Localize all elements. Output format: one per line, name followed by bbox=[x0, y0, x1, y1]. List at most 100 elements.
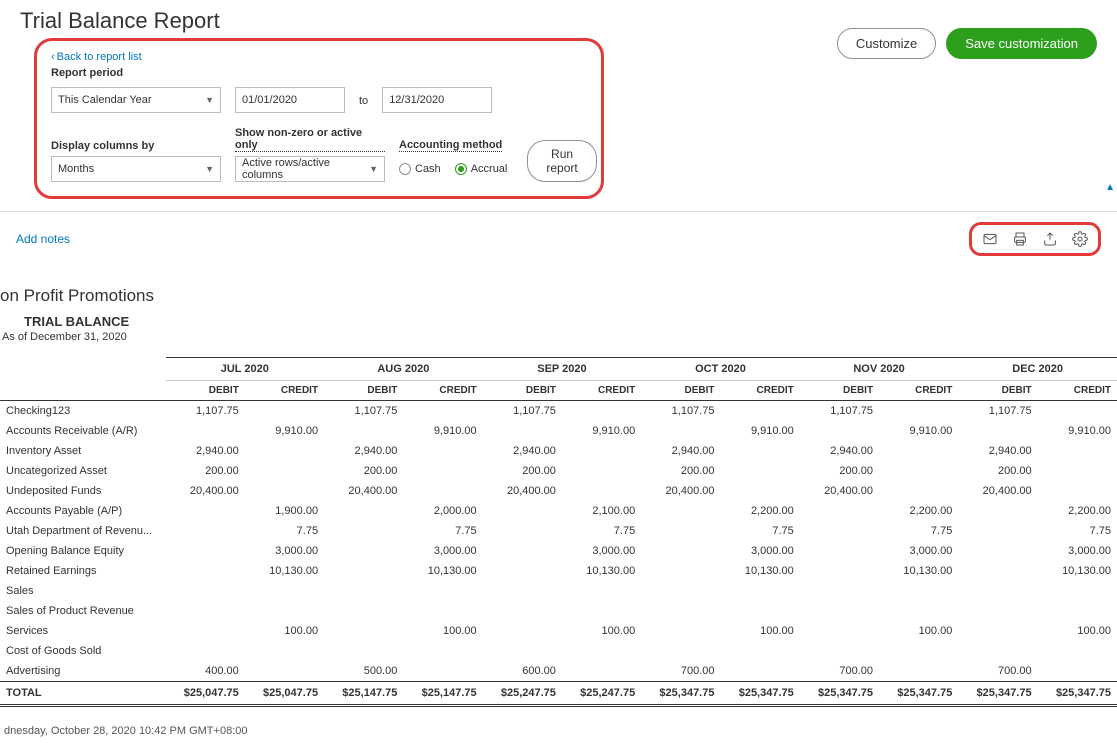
value-cell[interactable] bbox=[166, 581, 245, 601]
value-cell[interactable]: 1,107.75 bbox=[641, 401, 720, 422]
value-cell[interactable] bbox=[245, 401, 324, 422]
account-name-cell[interactable]: Sales of Product Revenue bbox=[0, 601, 166, 621]
value-cell[interactable] bbox=[324, 601, 403, 621]
value-cell[interactable]: 20,400.00 bbox=[958, 481, 1037, 501]
value-cell[interactable]: 3,000.00 bbox=[1038, 541, 1117, 561]
value-cell[interactable] bbox=[1038, 481, 1117, 501]
value-cell[interactable] bbox=[641, 501, 720, 521]
value-cell[interactable]: 3,000.00 bbox=[879, 541, 958, 561]
cash-radio[interactable]: Cash bbox=[399, 163, 441, 175]
value-cell[interactable] bbox=[641, 561, 720, 581]
value-cell[interactable] bbox=[958, 641, 1037, 661]
value-cell[interactable]: 3,000.00 bbox=[562, 541, 641, 561]
value-cell[interactable]: 1,107.75 bbox=[958, 401, 1037, 422]
value-cell[interactable] bbox=[562, 441, 641, 461]
value-cell[interactable]: 400.00 bbox=[166, 661, 245, 682]
value-cell[interactable]: 500.00 bbox=[324, 661, 403, 682]
value-cell[interactable]: 10,130.00 bbox=[562, 561, 641, 581]
value-cell[interactable] bbox=[641, 541, 720, 561]
value-cell[interactable]: 10,130.00 bbox=[245, 561, 324, 581]
value-cell[interactable] bbox=[245, 441, 324, 461]
value-cell[interactable] bbox=[1038, 601, 1117, 621]
value-cell[interactable]: 3,000.00 bbox=[403, 541, 482, 561]
account-name-cell[interactable]: Checking123 bbox=[0, 401, 166, 422]
value-cell[interactable]: 700.00 bbox=[958, 661, 1037, 682]
value-cell[interactable]: 100.00 bbox=[403, 621, 482, 641]
value-cell[interactable]: 3,000.00 bbox=[245, 541, 324, 561]
value-cell[interactable] bbox=[720, 601, 799, 621]
value-cell[interactable] bbox=[403, 401, 482, 422]
value-cell[interactable]: 1,107.75 bbox=[483, 401, 562, 422]
value-cell[interactable]: 3,000.00 bbox=[720, 541, 799, 561]
date-from-input[interactable]: 01/01/2020 bbox=[235, 87, 345, 113]
value-cell[interactable]: 700.00 bbox=[641, 661, 720, 682]
value-cell[interactable] bbox=[1038, 661, 1117, 682]
value-cell[interactable] bbox=[720, 481, 799, 501]
value-cell[interactable]: 7.75 bbox=[245, 521, 324, 541]
value-cell[interactable]: 200.00 bbox=[483, 461, 562, 481]
value-cell[interactable] bbox=[245, 461, 324, 481]
value-cell[interactable]: 20,400.00 bbox=[166, 481, 245, 501]
value-cell[interactable] bbox=[483, 521, 562, 541]
value-cell[interactable] bbox=[800, 501, 879, 521]
value-cell[interactable] bbox=[403, 581, 482, 601]
value-cell[interactable]: 10,130.00 bbox=[720, 561, 799, 581]
value-cell[interactable] bbox=[720, 441, 799, 461]
back-to-report-list-link[interactable]: Back to report list bbox=[51, 51, 142, 63]
value-cell[interactable] bbox=[879, 441, 958, 461]
value-cell[interactable]: 600.00 bbox=[483, 661, 562, 682]
value-cell[interactable] bbox=[324, 581, 403, 601]
value-cell[interactable] bbox=[245, 661, 324, 682]
value-cell[interactable] bbox=[641, 421, 720, 441]
value-cell[interactable] bbox=[641, 621, 720, 641]
value-cell[interactable] bbox=[324, 641, 403, 661]
value-cell[interactable]: 100.00 bbox=[720, 621, 799, 641]
value-cell[interactable] bbox=[879, 581, 958, 601]
value-cell[interactable] bbox=[879, 661, 958, 682]
value-cell[interactable] bbox=[403, 461, 482, 481]
account-name-cell[interactable]: Services bbox=[0, 621, 166, 641]
export-icon[interactable] bbox=[1042, 231, 1058, 247]
account-name-cell[interactable]: Opening Balance Equity bbox=[0, 541, 166, 561]
value-cell[interactable] bbox=[245, 581, 324, 601]
collapse-panel-caret-icon[interactable]: ▲ bbox=[1105, 182, 1115, 193]
value-cell[interactable] bbox=[166, 601, 245, 621]
value-cell[interactable]: 200.00 bbox=[800, 461, 879, 481]
value-cell[interactable] bbox=[720, 661, 799, 682]
account-name-cell[interactable]: Advertising bbox=[0, 661, 166, 682]
account-name-cell[interactable]: Cost of Goods Sold bbox=[0, 641, 166, 661]
value-cell[interactable] bbox=[324, 621, 403, 641]
value-cell[interactable]: 100.00 bbox=[1038, 621, 1117, 641]
add-notes-link[interactable]: Add notes bbox=[16, 232, 70, 246]
value-cell[interactable] bbox=[483, 421, 562, 441]
value-cell[interactable] bbox=[800, 601, 879, 621]
value-cell[interactable]: 2,940.00 bbox=[958, 441, 1037, 461]
value-cell[interactable]: 100.00 bbox=[245, 621, 324, 641]
value-cell[interactable] bbox=[562, 641, 641, 661]
value-cell[interactable]: 2,000.00 bbox=[403, 501, 482, 521]
value-cell[interactable]: 7.75 bbox=[562, 521, 641, 541]
value-cell[interactable]: 9,910.00 bbox=[403, 421, 482, 441]
value-cell[interactable] bbox=[641, 581, 720, 601]
account-name-cell[interactable]: Inventory Asset bbox=[0, 441, 166, 461]
value-cell[interactable] bbox=[720, 401, 799, 422]
account-name-cell[interactable]: Utah Department of Revenu... bbox=[0, 521, 166, 541]
value-cell[interactable] bbox=[324, 421, 403, 441]
value-cell[interactable] bbox=[166, 421, 245, 441]
value-cell[interactable]: 7.75 bbox=[403, 521, 482, 541]
value-cell[interactable] bbox=[166, 641, 245, 661]
value-cell[interactable] bbox=[245, 601, 324, 621]
run-report-button[interactable]: Run report bbox=[527, 140, 596, 182]
value-cell[interactable] bbox=[483, 601, 562, 621]
value-cell[interactable]: 200.00 bbox=[641, 461, 720, 481]
value-cell[interactable] bbox=[562, 661, 641, 682]
value-cell[interactable] bbox=[403, 661, 482, 682]
value-cell[interactable] bbox=[245, 641, 324, 661]
show-nonzero-select[interactable]: Active rows/active columns▼ bbox=[235, 156, 385, 182]
value-cell[interactable]: 2,200.00 bbox=[1038, 501, 1117, 521]
value-cell[interactable]: 20,400.00 bbox=[800, 481, 879, 501]
value-cell[interactable] bbox=[562, 401, 641, 422]
value-cell[interactable] bbox=[403, 601, 482, 621]
value-cell[interactable] bbox=[403, 641, 482, 661]
value-cell[interactable] bbox=[324, 561, 403, 581]
